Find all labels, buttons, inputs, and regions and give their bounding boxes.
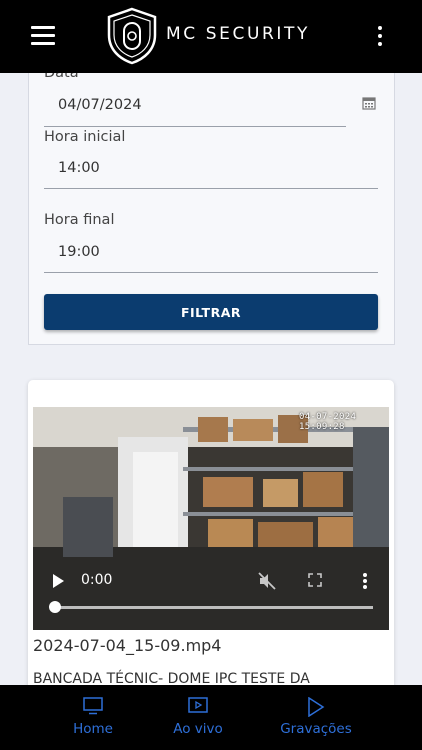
fullscreen-icon[interactable]: [308, 573, 322, 587]
monitor-icon: [83, 697, 103, 715]
video-player[interactable]: 04-07-2024 15:09:28 0:00: [33, 407, 389, 630]
video-options-icon[interactable]: [362, 573, 368, 589]
play-icon[interactable]: [53, 574, 64, 588]
nav-recordings[interactable]: Gravações: [276, 685, 356, 750]
date-field[interactable]: 04/07/2024: [58, 97, 142, 113]
play-icon: [308, 697, 325, 717]
menu-icon[interactable]: [31, 26, 55, 45]
brand-name: MC SECURITY: [166, 24, 310, 44]
nav-home[interactable]: Home: [58, 685, 128, 750]
video-frame: [33, 407, 389, 630]
start-time-underline: [44, 188, 378, 189]
top-app-bar: MC SECURITY: [0, 0, 422, 73]
end-time-underline: [44, 272, 378, 273]
end-time-label: Hora final: [44, 212, 115, 228]
shield-logo-icon: [107, 7, 157, 65]
filter-button[interactable]: FILTRAR: [44, 294, 378, 330]
mute-icon[interactable]: [258, 572, 276, 590]
end-time-field[interactable]: 19:00: [58, 244, 100, 260]
bottom-navigation: Home Ao vivo Gravações: [0, 685, 422, 750]
video-progress-handle[interactable]: [49, 601, 61, 613]
video-timestamp: 04-07-2024 15:09:28: [299, 412, 357, 432]
video-progress-bar[interactable]: [51, 606, 373, 609]
date-field-underline: [44, 126, 346, 127]
live-icon: [188, 697, 208, 713]
start-time-field[interactable]: 14:00: [58, 160, 100, 176]
nav-home-label: Home: [73, 721, 113, 737]
nav-recordings-label: Gravações: [280, 721, 352, 737]
start-time-label: Hora inicial: [44, 129, 126, 145]
nav-live-label: Ao vivo: [173, 721, 223, 737]
more-options-icon[interactable]: [372, 26, 388, 46]
current-time: 0:00: [81, 572, 113, 588]
calendar-icon[interactable]: [362, 96, 376, 110]
recording-filename: 2024-07-04_15-09.mp4: [33, 636, 222, 655]
nav-live[interactable]: Ao vivo: [163, 685, 233, 750]
